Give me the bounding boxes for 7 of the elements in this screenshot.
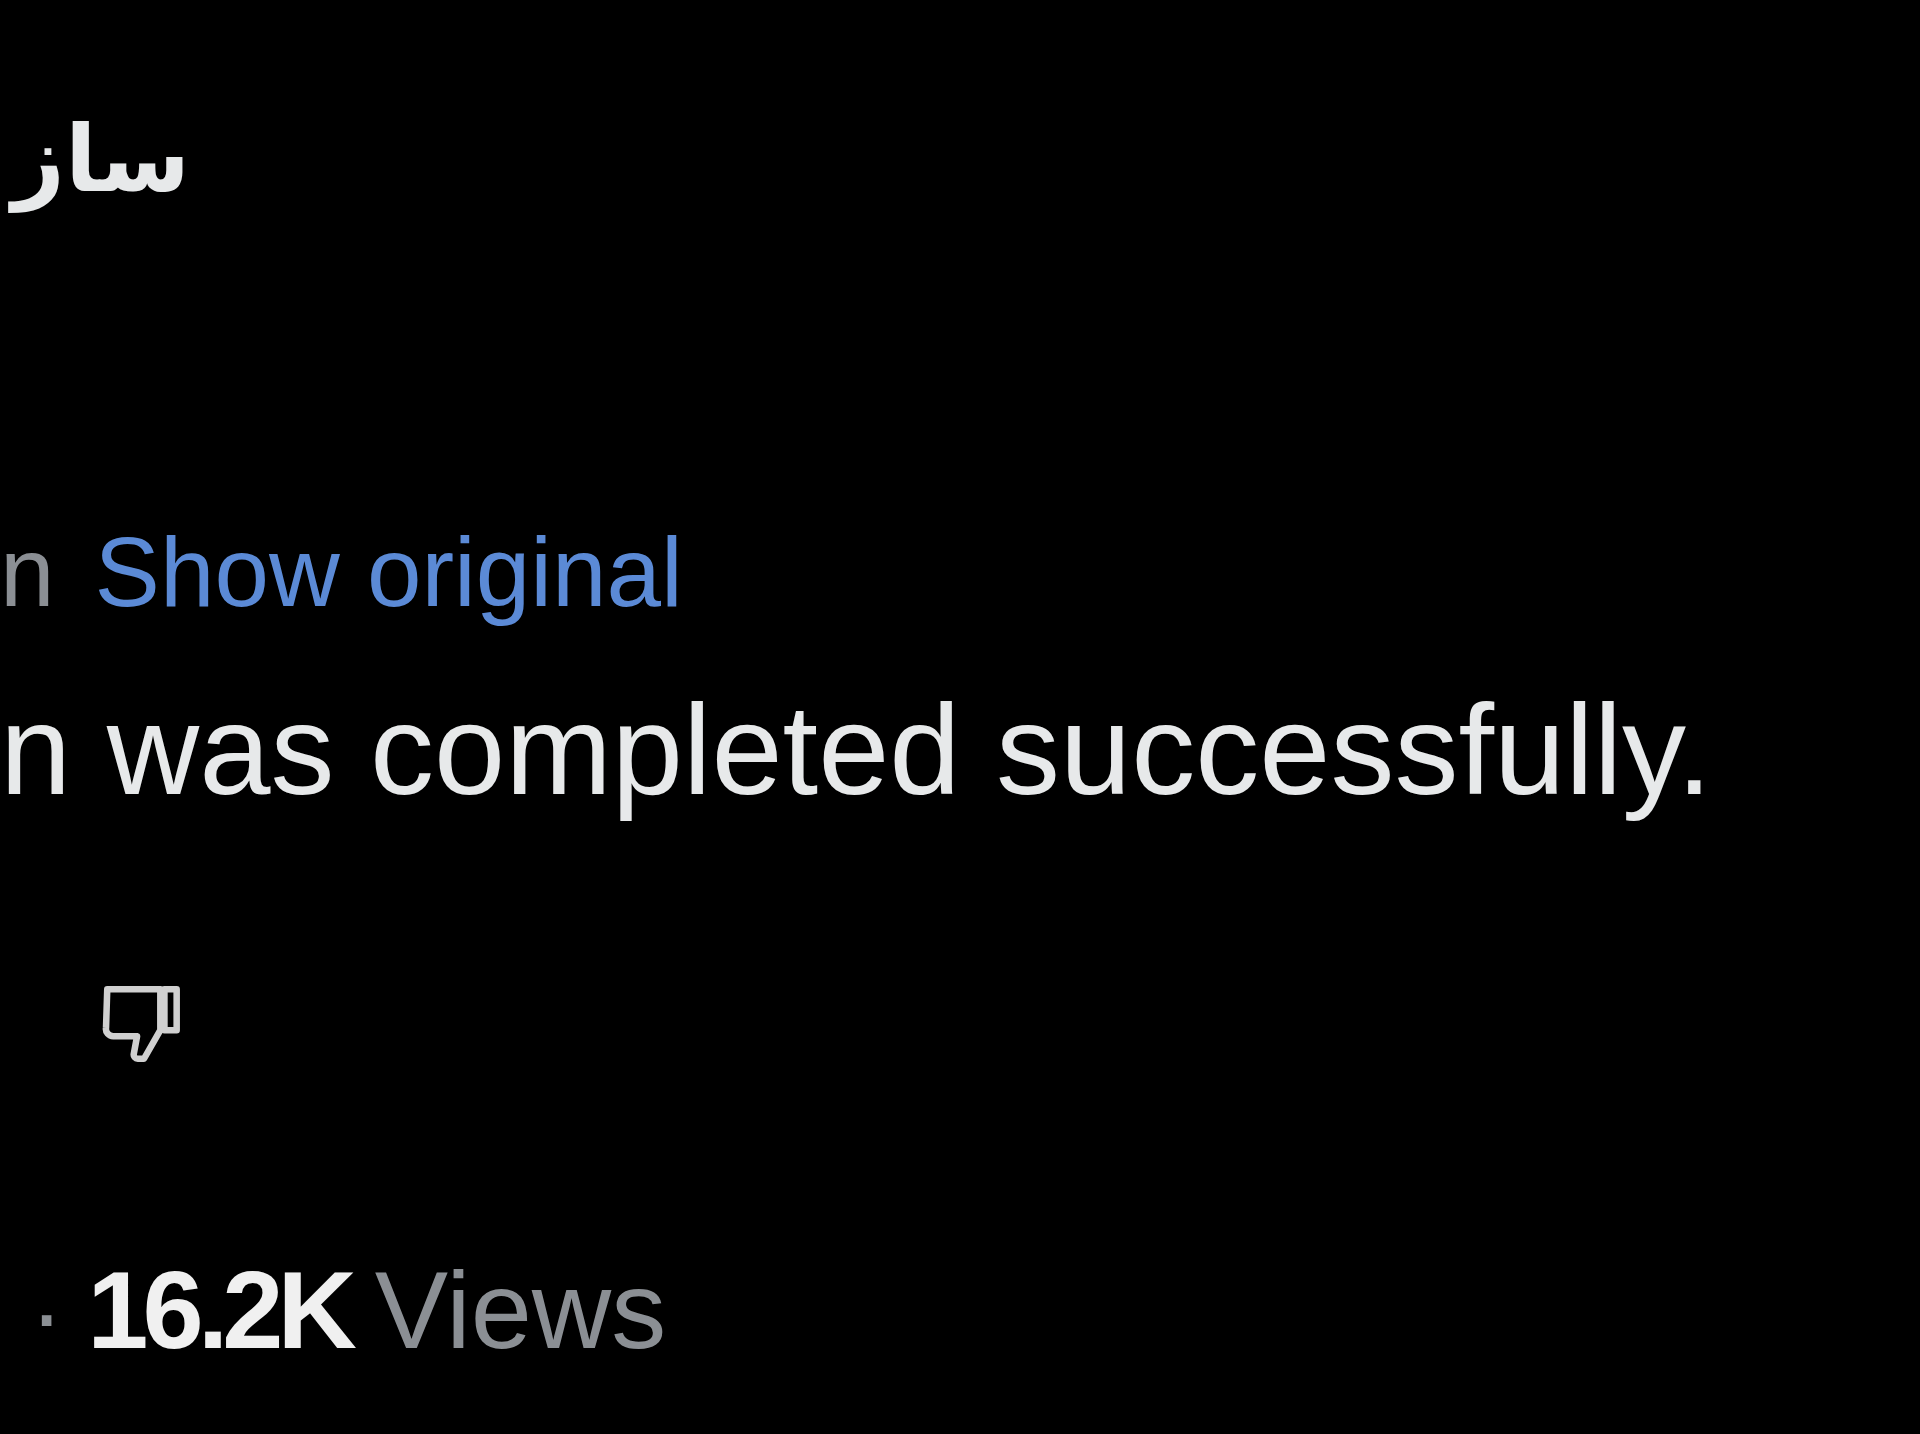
show-original-link[interactable]: Show original: [94, 512, 683, 632]
separator-dot: ·: [30, 1256, 64, 1371]
tweet-text: n was completed successfully.: [0, 677, 1714, 823]
author-name: ساز: [0, 90, 198, 230]
translation-label: n: [0, 516, 55, 629]
views-label: Views: [374, 1247, 667, 1373]
views-count: 16.2K: [87, 1247, 351, 1373]
